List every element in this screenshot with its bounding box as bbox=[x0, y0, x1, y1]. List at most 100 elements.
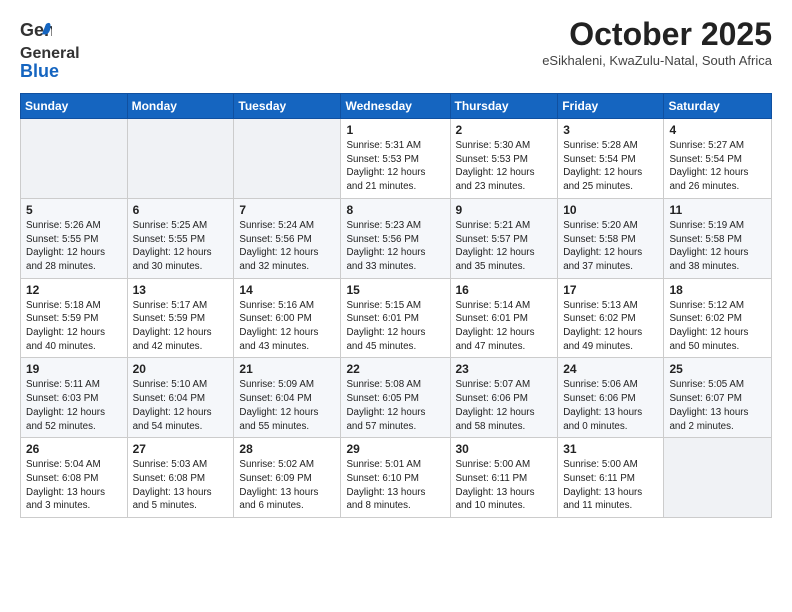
day-number: 11 bbox=[669, 203, 766, 217]
calendar-cell: 8 Sunrise: 5:23 AMSunset: 5:56 PMDaylight… bbox=[341, 198, 450, 278]
day-info: Sunrise: 5:10 AMSunset: 6:04 PMDaylight:… bbox=[133, 378, 229, 433]
day-number: 2 bbox=[456, 123, 553, 137]
calendar-cell: 18Sunrise: 5:12 AMSunset: 6:02 PMDayligh… bbox=[664, 278, 772, 358]
day-info: Sunrise: 5:07 AMSunset: 6:06 PMDaylight:… bbox=[456, 378, 553, 433]
calendar-cell: 4 Sunrise: 5:27 AMSunset: 5:54 PMDaylight… bbox=[664, 119, 772, 199]
day-info: Sunrise: 5:17 AMSunset: 5:59 PMDaylight:… bbox=[133, 299, 229, 354]
calendar-cell: 16Sunrise: 5:14 AMSunset: 6:01 PMDayligh… bbox=[450, 278, 558, 358]
calendar-cell bbox=[21, 119, 128, 199]
calendar-week-3: 12Sunrise: 5:18 AMSunset: 5:59 PMDayligh… bbox=[21, 278, 772, 358]
day-info: Sunrise: 5:03 AMSunset: 6:08 PMDaylight:… bbox=[133, 458, 229, 513]
day-info: Sunrise: 5:08 AMSunset: 6:05 PMDaylight:… bbox=[346, 378, 444, 433]
day-number: 16 bbox=[456, 283, 553, 297]
page-title: October 2025 bbox=[542, 16, 772, 53]
calendar-cell: 15Sunrise: 5:15 AMSunset: 6:01 PMDayligh… bbox=[341, 278, 450, 358]
day-number: 29 bbox=[346, 442, 444, 456]
day-info: Sunrise: 5:23 AMSunset: 5:56 PMDaylight:… bbox=[346, 219, 444, 274]
calendar-cell: 22 Sunrise: 5:08 AMSunset: 6:05 PMDayligh… bbox=[341, 358, 450, 438]
day-info: Sunrise: 5:11 AMSunset: 6:03 PMDaylight:… bbox=[26, 378, 122, 433]
calendar-cell: 23 Sunrise: 5:07 AMSunset: 6:06 PMDayligh… bbox=[450, 358, 558, 438]
day-info: Sunrise: 5:05 AMSunset: 6:07 PMDaylight:… bbox=[669, 378, 766, 433]
calendar-cell bbox=[234, 119, 341, 199]
calendar-cell: 9Sunrise: 5:21 AMSunset: 5:57 PMDaylight… bbox=[450, 198, 558, 278]
logo: General General Blue bbox=[20, 16, 80, 81]
day-number: 15 bbox=[346, 283, 444, 297]
calendar-table: SundayMondayTuesdayWednesdayThursdayFrid… bbox=[20, 93, 772, 518]
calendar-cell: 6Sunrise: 5:25 AMSunset: 5:55 PMDaylight… bbox=[127, 198, 234, 278]
day-number: 22 bbox=[346, 362, 444, 376]
calendar-cell: 29 Sunrise: 5:01 AMSunset: 6:10 PMDayligh… bbox=[341, 438, 450, 518]
calendar-cell: 12Sunrise: 5:18 AMSunset: 5:59 PMDayligh… bbox=[21, 278, 128, 358]
day-info: Sunrise: 5:20 AMSunset: 5:58 PMDaylight:… bbox=[563, 219, 658, 274]
day-number: 19 bbox=[26, 362, 122, 376]
day-info: Sunrise: 5:31 AMSunset: 5:53 PMDaylight:… bbox=[346, 139, 444, 194]
calendar-cell: 30Sunrise: 5:00 AMSunset: 6:11 PMDayligh… bbox=[450, 438, 558, 518]
day-number: 25 bbox=[669, 362, 766, 376]
calendar-cell: 20 Sunrise: 5:10 AMSunset: 6:04 PMDayligh… bbox=[127, 358, 234, 438]
logo-general: General bbox=[20, 45, 80, 62]
day-number: 9 bbox=[456, 203, 553, 217]
day-number: 31 bbox=[563, 442, 658, 456]
day-info: Sunrise: 5:16 AMSunset: 6:00 PMDaylight:… bbox=[239, 299, 335, 354]
calendar-cell: 7 Sunrise: 5:24 AMSunset: 5:56 PMDaylight… bbox=[234, 198, 341, 278]
day-number: 10 bbox=[563, 203, 658, 217]
day-number: 20 bbox=[133, 362, 229, 376]
day-info: Sunrise: 5:19 AMSunset: 5:58 PMDaylight:… bbox=[669, 219, 766, 274]
day-info: Sunrise: 5:27 AMSunset: 5:54 PMDaylight:… bbox=[669, 139, 766, 194]
day-number: 5 bbox=[26, 203, 122, 217]
calendar-cell: 25 Sunrise: 5:05 AMSunset: 6:07 PMDayligh… bbox=[664, 358, 772, 438]
calendar-cell: 10 Sunrise: 5:20 AMSunset: 5:58 PMDayligh… bbox=[558, 198, 664, 278]
calendar-cell: 26Sunrise: 5:04 AMSunset: 6:08 PMDayligh… bbox=[21, 438, 128, 518]
weekday-header-friday: Friday bbox=[558, 94, 664, 119]
weekday-header-row: SundayMondayTuesdayWednesdayThursdayFrid… bbox=[21, 94, 772, 119]
day-number: 13 bbox=[133, 283, 229, 297]
day-number: 24 bbox=[563, 362, 658, 376]
day-number: 7 bbox=[239, 203, 335, 217]
weekday-header-monday: Monday bbox=[127, 94, 234, 119]
calendar-week-4: 19 Sunrise: 5:11 AMSunset: 6:03 PMDayligh… bbox=[21, 358, 772, 438]
calendar-cell: 2 Sunrise: 5:30 AMSunset: 5:53 PMDaylight… bbox=[450, 119, 558, 199]
calendar-cell: 19 Sunrise: 5:11 AMSunset: 6:03 PMDayligh… bbox=[21, 358, 128, 438]
day-number: 27 bbox=[133, 442, 229, 456]
calendar-cell: 24 Sunrise: 5:06 AMSunset: 6:06 PMDayligh… bbox=[558, 358, 664, 438]
calendar-cell bbox=[127, 119, 234, 199]
calendar-week-1: 1 Sunrise: 5:31 AMSunset: 5:53 PMDaylight… bbox=[21, 119, 772, 199]
day-number: 3 bbox=[563, 123, 658, 137]
calendar-cell: 27 Sunrise: 5:03 AMSunset: 6:08 PMDayligh… bbox=[127, 438, 234, 518]
day-info: Sunrise: 5:02 AMSunset: 6:09 PMDaylight:… bbox=[239, 458, 335, 513]
calendar-cell: 3Sunrise: 5:28 AMSunset: 5:54 PMDaylight… bbox=[558, 119, 664, 199]
calendar-cell: 13 Sunrise: 5:17 AMSunset: 5:59 PMDayligh… bbox=[127, 278, 234, 358]
page-header: General General Blue October 2025 eSikha… bbox=[20, 16, 772, 81]
day-number: 6 bbox=[133, 203, 229, 217]
day-info: Sunrise: 5:01 AMSunset: 6:10 PMDaylight:… bbox=[346, 458, 444, 513]
calendar-week-5: 26Sunrise: 5:04 AMSunset: 6:08 PMDayligh… bbox=[21, 438, 772, 518]
calendar-week-2: 5Sunrise: 5:26 AMSunset: 5:55 PMDaylight… bbox=[21, 198, 772, 278]
weekday-header-thursday: Thursday bbox=[450, 94, 558, 119]
day-number: 8 bbox=[346, 203, 444, 217]
day-info: Sunrise: 5:13 AMSunset: 6:02 PMDaylight:… bbox=[563, 299, 658, 354]
calendar-cell: 28 Sunrise: 5:02 AMSunset: 6:09 PMDayligh… bbox=[234, 438, 341, 518]
day-info: Sunrise: 5:04 AMSunset: 6:08 PMDaylight:… bbox=[26, 458, 122, 513]
calendar-cell: 21 Sunrise: 5:09 AMSunset: 6:04 PMDayligh… bbox=[234, 358, 341, 438]
day-info: Sunrise: 5:09 AMSunset: 6:04 PMDaylight:… bbox=[239, 378, 335, 433]
day-info: Sunrise: 5:06 AMSunset: 6:06 PMDaylight:… bbox=[563, 378, 658, 433]
weekday-header-tuesday: Tuesday bbox=[234, 94, 341, 119]
calendar-cell: 5Sunrise: 5:26 AMSunset: 5:55 PMDaylight… bbox=[21, 198, 128, 278]
day-number: 4 bbox=[669, 123, 766, 137]
day-info: Sunrise: 5:00 AMSunset: 6:11 PMDaylight:… bbox=[563, 458, 658, 513]
day-number: 21 bbox=[239, 362, 335, 376]
weekday-header-wednesday: Wednesday bbox=[341, 94, 450, 119]
day-number: 23 bbox=[456, 362, 553, 376]
day-number: 30 bbox=[456, 442, 553, 456]
day-info: Sunrise: 5:30 AMSunset: 5:53 PMDaylight:… bbox=[456, 139, 553, 194]
day-number: 28 bbox=[239, 442, 335, 456]
day-number: 1 bbox=[346, 123, 444, 137]
weekday-header-sunday: Sunday bbox=[21, 94, 128, 119]
calendar-cell: 1 Sunrise: 5:31 AMSunset: 5:53 PMDaylight… bbox=[341, 119, 450, 199]
day-number: 18 bbox=[669, 283, 766, 297]
day-info: Sunrise: 5:24 AMSunset: 5:56 PMDaylight:… bbox=[239, 219, 335, 274]
title-block: October 2025 eSikhaleni, KwaZulu-Natal, … bbox=[542, 16, 772, 68]
calendar-cell bbox=[664, 438, 772, 518]
day-number: 14 bbox=[239, 283, 335, 297]
logo-icon: General bbox=[20, 16, 52, 48]
